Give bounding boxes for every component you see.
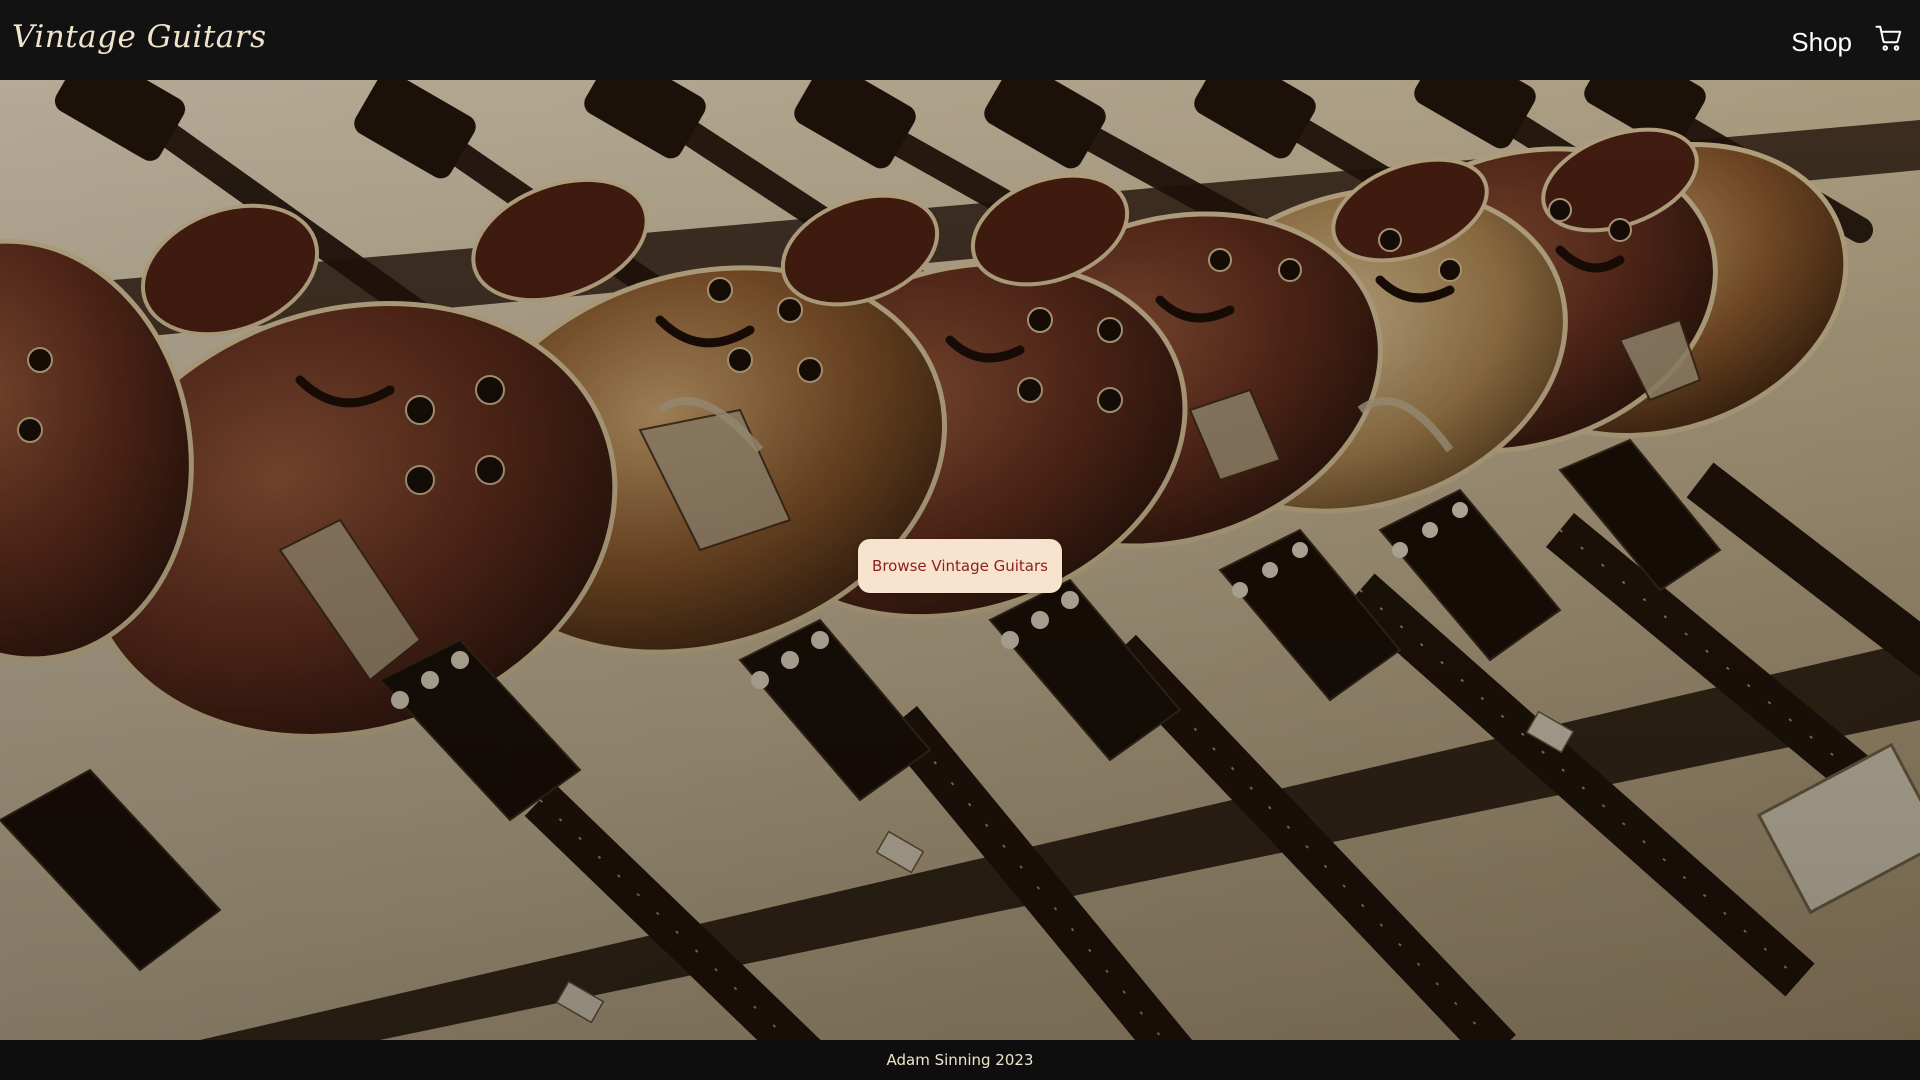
navbar: Vintage Guitars Shop: [0, 0, 1920, 80]
page: Vintage Guitars Shop Browse Vintage Guit…: [0, 0, 1920, 1080]
brand-logo[interactable]: Vintage Guitars: [12, 19, 267, 55]
footer: Adam Sinning 2023: [0, 1040, 1920, 1080]
nav-link-shop[interactable]: Shop: [1791, 27, 1852, 58]
browse-vintage-guitars-button[interactable]: Browse Vintage Guitars: [858, 539, 1062, 593]
footer-credit: Adam Sinning 2023: [886, 1051, 1034, 1069]
nav-links: Shop: [1791, 25, 1908, 58]
shopping-cart-icon[interactable]: [1874, 23, 1904, 53]
